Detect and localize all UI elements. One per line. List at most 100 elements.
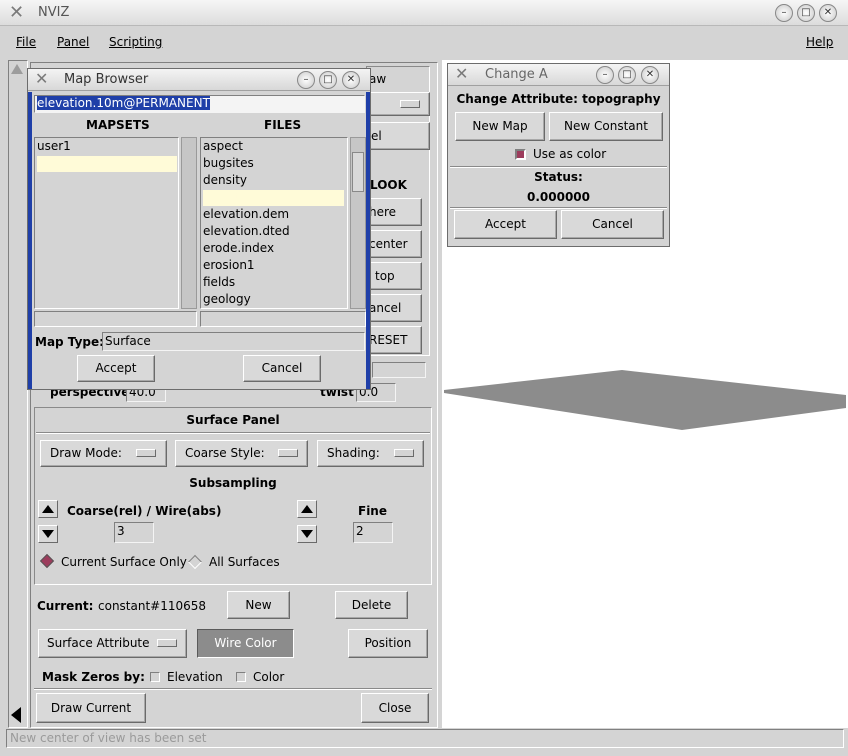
view-menu-button[interactable] bbox=[370, 92, 430, 116]
use-as-color-checkbox[interactable] bbox=[515, 149, 526, 160]
focus-edge bbox=[366, 92, 370, 389]
status-value: 0.000000 bbox=[526, 190, 590, 204]
current-value: constant#110658 bbox=[98, 599, 207, 613]
coarse-down-button[interactable] bbox=[38, 525, 58, 543]
map-type-label: Map Type: bbox=[35, 335, 104, 349]
new-surface-button[interactable]: New bbox=[227, 591, 290, 619]
minimize-icon[interactable]: – bbox=[297, 71, 315, 89]
coarse-label: Coarse(rel) / Wire(abs) bbox=[67, 504, 222, 518]
close-icon[interactable]: ✕ bbox=[819, 4, 837, 22]
list-item[interactable]: bugsites bbox=[203, 156, 254, 170]
map-browser-accept-button[interactable]: Accept bbox=[77, 355, 155, 382]
new-constant-button[interactable]: New Constant bbox=[549, 112, 663, 141]
current-label: Current: bbox=[37, 599, 94, 613]
list-item[interactable]: geology bbox=[203, 292, 251, 306]
new-map-button[interactable]: New Map bbox=[455, 112, 545, 141]
menu-scripting[interactable]: Scripting bbox=[109, 35, 162, 49]
minimize-icon[interactable]: – bbox=[775, 4, 793, 22]
current-surface-only-label: Current Surface Only bbox=[61, 555, 187, 569]
mask-elevation-checkbox[interactable] bbox=[150, 672, 160, 682]
scroll-up-icon[interactable] bbox=[11, 64, 23, 74]
draw-current-button[interactable]: Draw Current bbox=[36, 693, 146, 723]
all-surfaces-label: All Surfaces bbox=[209, 555, 280, 569]
mapsets-scrollbar[interactable] bbox=[181, 137, 197, 309]
position-button[interactable]: Position bbox=[348, 629, 428, 658]
scroll-left-icon[interactable] bbox=[11, 707, 21, 723]
mask-zeros-label: Mask Zeros by: bbox=[42, 670, 145, 684]
coarse-field[interactable]: 3 bbox=[114, 522, 154, 543]
divider bbox=[34, 688, 432, 690]
list-item[interactable]: erosion1 bbox=[203, 258, 255, 272]
list-item-selected[interactable]: PERMANENT bbox=[37, 156, 177, 172]
behind-slider-field[interactable] bbox=[372, 362, 426, 378]
change-attr-accept-button[interactable]: Accept bbox=[454, 210, 557, 239]
status-bar: New center of view has been set bbox=[6, 729, 844, 748]
change-attr-x-icon: ✕ bbox=[455, 64, 469, 83]
list-item[interactable]: user1 bbox=[37, 139, 71, 153]
look-center-button[interactable]: center bbox=[368, 230, 422, 258]
look-top-button[interactable]: top bbox=[368, 262, 422, 290]
look-here-button[interactable]: here bbox=[368, 198, 422, 226]
main-titlebar: ✕ NVIZ – □ ✕ bbox=[0, 0, 848, 26]
surface-panel-title: Surface Panel bbox=[186, 413, 280, 427]
view-label-button[interactable]: el bbox=[370, 122, 430, 150]
menu-help[interactable]: Help bbox=[806, 35, 833, 49]
coarse-up-button[interactable] bbox=[38, 500, 58, 518]
list-item[interactable]: aspect bbox=[203, 139, 243, 153]
divider bbox=[450, 207, 667, 209]
change-attr-heading: Change Attribute: topography bbox=[456, 92, 661, 106]
shading-menu[interactable]: Shading: bbox=[317, 440, 424, 467]
mapsets-hscrollbar[interactable] bbox=[34, 311, 197, 327]
list-item[interactable]: erode.index bbox=[203, 241, 274, 255]
scrollbar-thumb[interactable] bbox=[352, 152, 364, 192]
panel-scrollbar[interactable] bbox=[8, 60, 28, 728]
mapsets-header: MAPSETS bbox=[86, 118, 150, 132]
map-browser-cancel-button[interactable]: Cancel bbox=[243, 355, 321, 382]
app-x-icon: ✕ bbox=[9, 2, 25, 23]
map-type-field[interactable]: Surface bbox=[102, 332, 365, 351]
coarse-style-menu[interactable]: Coarse Style: bbox=[175, 440, 308, 467]
draw-mode-menu[interactable]: Draw Mode: bbox=[40, 440, 167, 467]
list-item-selected[interactable]: elevation.10m bbox=[203, 190, 344, 206]
view-label: aw bbox=[369, 72, 387, 86]
files-hscrollbar[interactable] bbox=[200, 311, 366, 327]
list-item[interactable]: fields bbox=[203, 275, 235, 289]
reset-button[interactable]: RESET bbox=[368, 326, 422, 354]
surface-attribute-menu[interactable]: Surface Attribute bbox=[38, 629, 187, 658]
fine-label: Fine bbox=[358, 504, 387, 518]
maximize-icon[interactable]: □ bbox=[797, 4, 815, 22]
change-attribute-dialog: ✕ Change A – □ ✕ Change Attribute: topog… bbox=[447, 63, 670, 247]
close-icon[interactable]: ✕ bbox=[641, 66, 659, 84]
change-attr-cancel-button[interactable]: Cancel bbox=[561, 210, 664, 239]
list-item[interactable]: elevation.dted bbox=[203, 224, 290, 238]
mask-elevation-label: Elevation bbox=[167, 670, 223, 684]
menubar: File Panel Scripting Help bbox=[0, 27, 848, 57]
list-item[interactable]: density bbox=[203, 173, 247, 187]
map-name-field[interactable]: elevation.10m@PERMANENT bbox=[34, 95, 365, 113]
fine-field[interactable]: 2 bbox=[353, 522, 393, 543]
wire-color-button[interactable]: Wire Color bbox=[197, 629, 294, 658]
status-label: Status: bbox=[534, 170, 583, 184]
mask-color-label: Color bbox=[253, 670, 285, 684]
menu-file[interactable]: File bbox=[16, 35, 36, 49]
map-browser-x-icon: ✕ bbox=[35, 69, 49, 88]
minimize-icon[interactable]: – bbox=[596, 66, 614, 84]
fine-down-button[interactable] bbox=[297, 525, 317, 543]
mask-color-checkbox[interactable] bbox=[236, 672, 246, 682]
maximize-icon[interactable]: □ bbox=[319, 71, 337, 89]
change-attr-titlebar[interactable]: ✕ Change A – □ ✕ bbox=[448, 64, 669, 86]
map-browser-titlebar[interactable]: ✕ Map Browser – □ ✕ bbox=[28, 69, 370, 91]
divider bbox=[450, 166, 667, 168]
close-icon[interactable]: ✕ bbox=[342, 71, 360, 89]
map-browser-title: Map Browser bbox=[64, 72, 149, 87]
files-scrollbar[interactable] bbox=[350, 137, 366, 309]
fine-up-button[interactable] bbox=[297, 500, 317, 518]
look-cancel-button[interactable]: ancel bbox=[368, 294, 422, 322]
list-item[interactable]: elevation.dem bbox=[203, 207, 289, 221]
close-panel-button[interactable]: Close bbox=[361, 693, 429, 723]
change-attr-title: Change A bbox=[485, 67, 548, 82]
menu-panel[interactable]: Panel bbox=[57, 35, 89, 49]
delete-surface-button[interactable]: Delete bbox=[335, 591, 408, 619]
files-header: FILES bbox=[264, 118, 302, 132]
maximize-icon[interactable]: □ bbox=[618, 66, 636, 84]
